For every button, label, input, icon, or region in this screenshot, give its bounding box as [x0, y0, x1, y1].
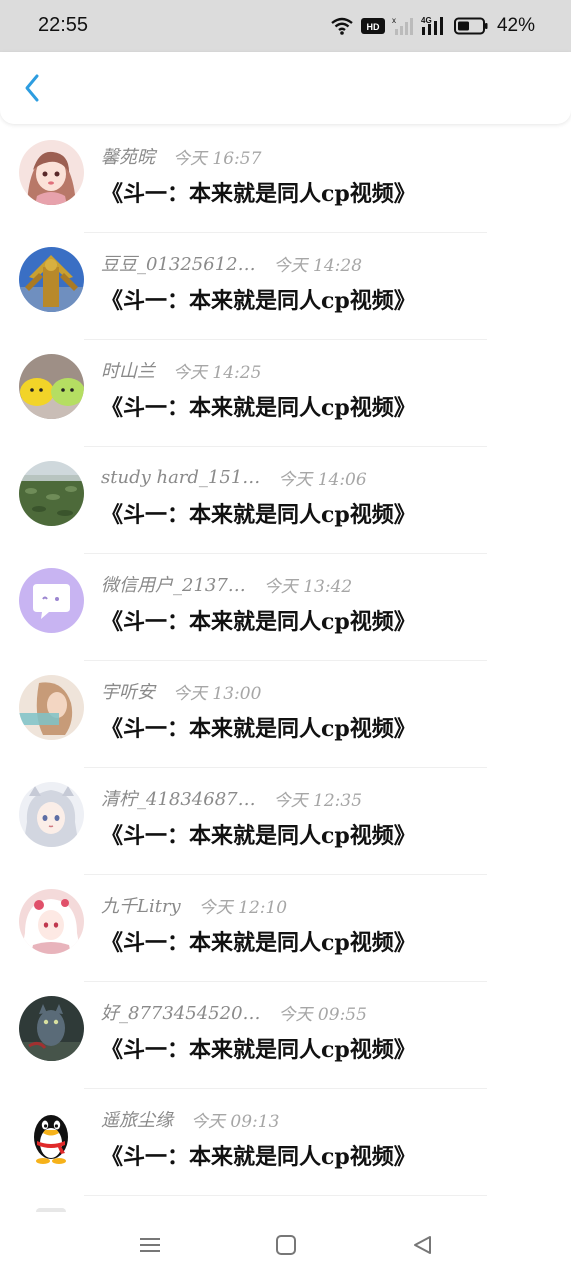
divider [84, 1195, 487, 1196]
avatar[interactable] [19, 140, 84, 205]
name-line: 馨苑晥 今天 16:57 [101, 143, 262, 169]
name-line: 豆豆_01325612… 今天 14:28 [101, 250, 363, 276]
message-time: 今天 14:28 [273, 255, 363, 276]
signal-weak-icon: x [392, 16, 414, 36]
avatar[interactable] [19, 568, 84, 633]
chevron-left-icon [23, 73, 41, 107]
avatar[interactable] [19, 675, 84, 740]
message-text: 《斗一：本来就是同人cp视频》 [101, 1037, 416, 1063]
list-item[interactable]: 时山兰 今天 14:25 《斗一：本来就是同人cp视频》 [0, 340, 571, 447]
wifi-icon [330, 16, 354, 36]
username[interactable]: 好_8773454520… [101, 999, 261, 1025]
username[interactable]: 馨苑晥 [101, 143, 155, 169]
message-text: 《斗一：本来就是同人cp视频》 [101, 288, 416, 314]
avatar[interactable] [19, 1103, 84, 1168]
list-item[interactable]: 九千Litry 今天 12:10 《斗一：本来就是同人cp视频》 [0, 875, 571, 982]
status-icons: HD x 4G 42% [330, 12, 535, 40]
list-item[interactable]: 遥旅尘缘 今天 09:13 《斗一：本来就是同人cp视频》 [0, 1089, 571, 1196]
menu-button[interactable] [135, 1232, 165, 1262]
message-list: 馨苑晥 今天 16:57 《斗一：本来就是同人cp视频》 豆豆_01325612… [0, 126, 571, 1196]
name-line: 九千Litry 今天 12:10 [101, 892, 288, 918]
status-time: 22:55 [38, 14, 89, 36]
message-text: 《斗一：本来就是同人cp视频》 [101, 930, 416, 956]
username[interactable]: 宇听安 [101, 678, 155, 704]
svg-text:x: x [392, 16, 396, 25]
username[interactable]: 清柠_41834687… [101, 785, 256, 811]
message-text: 《斗一：本来就是同人cp视频》 [101, 1144, 416, 1170]
avatar[interactable] [19, 996, 84, 1061]
username[interactable]: 九千Litry [101, 892, 181, 918]
back-triangle-icon [411, 1234, 433, 1260]
name-line: 遥旅尘缘 今天 09:13 [101, 1106, 280, 1132]
name-line: 清柠_41834687… 今天 12:35 [101, 785, 363, 811]
menu-icon [139, 1235, 161, 1259]
4g-signal-icon: 4G [421, 16, 447, 36]
username[interactable]: 微信用户_2137… [101, 571, 246, 597]
message-text: 《斗一：本来就是同人cp视频》 [101, 716, 416, 742]
name-line: 宇听安 今天 13:00 [101, 678, 262, 704]
list-item[interactable]: 豆豆_01325612… 今天 14:28 《斗一：本来就是同人cp视频》 [0, 233, 571, 340]
list-item[interactable]: study hard_151… 今天 14:06 《斗一：本来就是同人cp视频》 [0, 447, 571, 554]
list-item[interactable]: 好_8773454520… 今天 09:55 《斗一：本来就是同人cp视频》 [0, 982, 571, 1089]
avatar[interactable] [19, 354, 84, 419]
svg-text:4G: 4G [421, 16, 432, 25]
message-time: 今天 14:06 [278, 469, 367, 490]
message-text: 《斗一：本来就是同人cp视频》 [101, 502, 416, 528]
message-time: 今天 14:25 [173, 362, 262, 383]
avatar[interactable] [19, 461, 84, 526]
username[interactable]: 时山兰 [101, 357, 155, 383]
message-time: 今天 09:55 [278, 1004, 367, 1025]
name-line: 时山兰 今天 14:25 [101, 357, 262, 383]
username[interactable]: 遥旅尘缘 [101, 1106, 173, 1132]
back-button[interactable] [14, 70, 50, 110]
message-text: 《斗一：本来就是同人cp视频》 [101, 823, 416, 849]
battery-icon [453, 17, 488, 35]
list-item[interactable]: 馨苑晥 今天 16:57 《斗一：本来就是同人cp视频》 [0, 126, 571, 233]
message-text: 《斗一：本来就是同人cp视频》 [101, 609, 416, 635]
list-item[interactable]: 清柠_41834687… 今天 12:35 《斗一：本来就是同人cp视频》 [0, 768, 571, 875]
message-time: 今天 12:35 [273, 790, 363, 811]
avatar[interactable] [19, 889, 84, 954]
avatar[interactable] [19, 782, 84, 847]
battery-percentage: 42% [496, 15, 535, 36]
message-time: 今天 13:42 [263, 576, 353, 597]
svg-text:HD: HD [366, 22, 379, 32]
message-time: 今天 12:10 [198, 897, 288, 918]
status-bar: 22:55 HD x 4G 42% [0, 0, 571, 52]
message-time: 今天 16:57 [173, 148, 262, 169]
home-square-icon [275, 1234, 297, 1260]
back-nav-button[interactable] [407, 1232, 437, 1262]
message-text: 《斗一：本来就是同人cp视频》 [101, 181, 416, 207]
message-time: 今天 13:00 [173, 683, 262, 704]
list-item[interactable]: 微信用户_2137… 今天 13:42 《斗一：本来就是同人cp视频》 [0, 554, 571, 661]
name-line: 好_8773454520… 今天 09:55 [101, 999, 367, 1025]
name-line: study hard_151… 今天 14:06 [101, 465, 367, 490]
home-button[interactable] [271, 1232, 301, 1262]
list-item[interactable]: 宇听安 今天 13:00 《斗一：本来就是同人cp视频》 [0, 661, 571, 768]
hd-icon: HD [360, 17, 385, 35]
message-text: 《斗一：本来就是同人cp视频》 [101, 395, 416, 421]
header-bar [0, 52, 571, 124]
avatar[interactable] [19, 247, 84, 312]
username[interactable]: study hard_151… [101, 467, 260, 488]
name-line: 微信用户_2137… 今天 13:42 [101, 571, 353, 597]
navigation-bar [0, 1212, 571, 1280]
username[interactable]: 豆豆_01325612… [101, 250, 256, 276]
message-time: 今天 09:13 [191, 1111, 280, 1132]
